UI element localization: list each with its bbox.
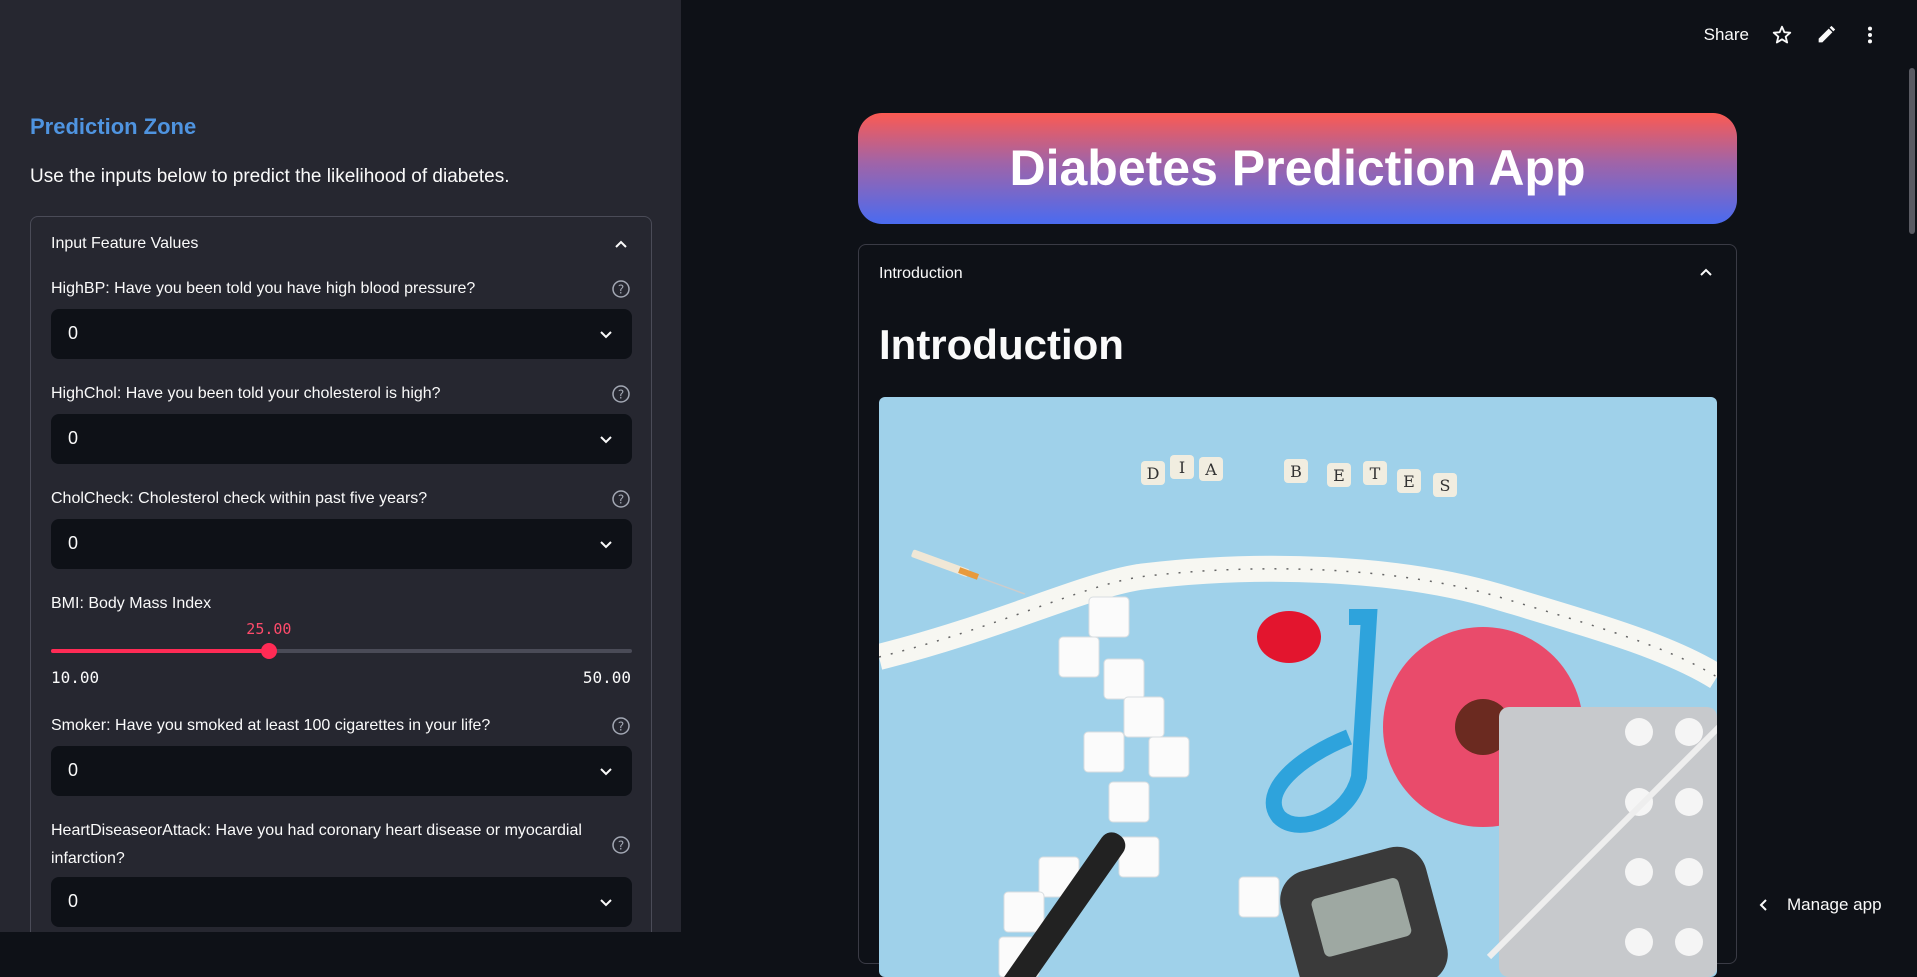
share-button[interactable]: Share: [1704, 25, 1749, 45]
svg-text:S: S: [1440, 476, 1451, 495]
highbp-label: HighBP: Have you been told you have high…: [51, 275, 611, 303]
chevron-down-icon: [598, 763, 614, 779]
svg-text:E: E: [1403, 472, 1415, 491]
introduction-heading: Introduction: [879, 321, 1124, 369]
svg-text:T: T: [1370, 464, 1381, 483]
select-value: 0: [68, 533, 78, 554]
svg-text:?: ?: [618, 720, 624, 734]
svg-text:B: B: [1290, 462, 1302, 481]
sidebar-title: Prediction Zone: [30, 114, 196, 140]
sidebar: Prediction Zone Use the inputs below to …: [0, 0, 681, 932]
svg-text:?: ?: [618, 839, 624, 853]
sugar-cubes: [999, 597, 1279, 977]
select-value: 0: [68, 760, 78, 781]
gummy-bear: [1257, 611, 1321, 663]
chevron-down-icon: [598, 326, 614, 342]
highchol-select[interactable]: 0: [51, 414, 632, 464]
bmi-slider-value: 25.00: [246, 620, 291, 638]
bmi-label: BMI: Body Mass Index: [51, 590, 611, 618]
introduction-expander: Introduction Introduction D I A B E T E …: [858, 244, 1737, 964]
chevron-down-icon: [598, 894, 614, 910]
help-icon[interactable]: ?: [611, 489, 631, 509]
diabetes-illustration: D I A B E T E S: [879, 397, 1717, 977]
svg-text:I: I: [1179, 458, 1185, 477]
chevron-down-icon: [598, 536, 614, 552]
select-value: 0: [68, 891, 78, 912]
pencil-icon[interactable]: [1815, 24, 1837, 46]
manage-app-label: Manage app: [1787, 895, 1882, 915]
help-icon[interactable]: ?: [611, 279, 631, 299]
help-icon[interactable]: ?: [611, 716, 631, 736]
svg-text:?: ?: [618, 388, 624, 402]
app-title-banner: Diabetes Prediction App: [858, 113, 1737, 224]
chevron-up-icon[interactable]: [1698, 265, 1714, 281]
svg-text:D: D: [1147, 464, 1160, 483]
sidebar-description: Use the inputs below to predict the like…: [30, 166, 510, 188]
svg-text:?: ?: [618, 283, 624, 297]
help-icon[interactable]: ?: [611, 384, 631, 404]
bmi-slider-min: 10.00: [51, 668, 99, 687]
svg-text:E: E: [1333, 466, 1345, 485]
highchol-label: HighChol: Have you been told your choles…: [51, 380, 611, 408]
smoker-label: Smoker: Have you smoked at least 100 cig…: [51, 712, 611, 740]
chevron-up-icon[interactable]: [613, 237, 629, 253]
expander-header[interactable]: Introduction: [879, 265, 963, 283]
cholcheck-select[interactable]: 0: [51, 519, 632, 569]
bmi-slider-fill: [51, 649, 269, 653]
bmi-slider-thumb[interactable]: [261, 643, 277, 659]
bmi-slider-max: 50.00: [583, 668, 631, 687]
heartdisease-select[interactable]: 0: [51, 877, 632, 927]
select-value: 0: [68, 323, 78, 344]
bmi-slider[interactable]: [51, 649, 632, 653]
letter-dice: D I A B E T E S: [1141, 455, 1457, 497]
main-scrollbar[interactable]: [1909, 68, 1915, 234]
diabetes-photo: D I A B E T E S: [879, 397, 1717, 977]
syringe: [911, 549, 1026, 598]
select-value: 0: [68, 428, 78, 449]
svg-text:A: A: [1204, 460, 1217, 479]
manage-app-button[interactable]: Manage app: [1737, 878, 1917, 932]
heartdisease-label: HeartDiseaseorAttack: Have you had coron…: [51, 817, 591, 873]
more-vertical-icon[interactable]: [1859, 24, 1881, 46]
input-features-expander: Input Feature Values HighBP: Have you be…: [30, 216, 652, 932]
highbp-select[interactable]: 0: [51, 309, 632, 359]
star-icon[interactable]: [1771, 24, 1793, 46]
expander-header[interactable]: Input Feature Values: [51, 235, 198, 253]
smoker-select[interactable]: 0: [51, 746, 632, 796]
help-icon[interactable]: ?: [611, 835, 631, 855]
svg-text:?: ?: [618, 493, 624, 507]
top-toolbar: Share: [1704, 24, 1881, 46]
app-title: Diabetes Prediction App: [858, 139, 1737, 197]
cholcheck-label: CholCheck: Cholesterol check within past…: [51, 485, 611, 513]
chevron-down-icon: [598, 431, 614, 447]
chevron-left-icon: [1757, 898, 1771, 912]
